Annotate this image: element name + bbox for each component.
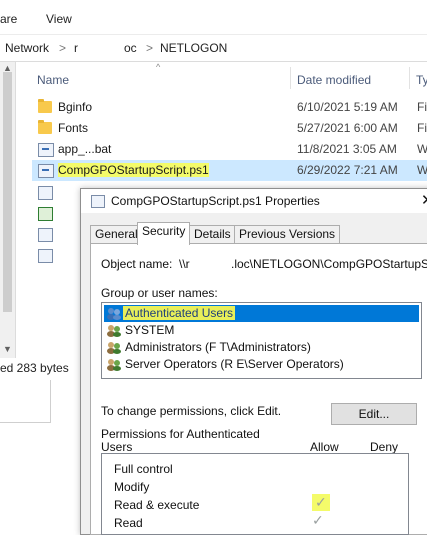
object-name-value: \\r xyxy=(179,257,190,271)
script-file-icon xyxy=(91,195,105,208)
file-name: Bginfo xyxy=(58,100,93,114)
user-name: Server Operators (R E\Server Operators) xyxy=(125,357,344,371)
scroll-down-icon[interactable]: ▼ xyxy=(3,344,12,354)
file-name: Fonts xyxy=(58,121,89,135)
properties-dialog: CompGPOStartupScript.ps1 Properties ✕ Ge… xyxy=(80,188,427,535)
close-icon[interactable]: ✕ xyxy=(421,191,427,209)
change-permissions-text: To change permissions, click Edit. xyxy=(101,404,282,418)
breadcrumb-server[interactable]: r xyxy=(74,41,78,55)
breadcrumb-network[interactable]: Network xyxy=(5,41,49,55)
users-group-icon xyxy=(107,358,121,371)
column-divider[interactable] xyxy=(290,67,291,89)
file-date: 6/10/2021 5:19 AM xyxy=(297,100,398,114)
object-name-value: .loc\NETLOGON\CompGPOStartupScri xyxy=(231,257,427,271)
deny-column-header: Deny xyxy=(370,440,399,454)
sort-ascending-icon: ^ xyxy=(156,62,161,72)
user-list[interactable]: Authenticated Users SYSTEM Administrator… xyxy=(101,302,422,379)
file-icon[interactable] xyxy=(38,228,53,242)
allow-check-icon: ✓ xyxy=(312,494,330,511)
breadcrumb-netlogon[interactable]: NETLOGON xyxy=(160,41,227,55)
user-item-system[interactable]: SYSTEM xyxy=(104,322,419,339)
users-group-icon xyxy=(107,341,121,354)
tab-general[interactable]: General xyxy=(90,225,143,244)
script-file-icon[interactable] xyxy=(38,207,53,221)
script-file-icon xyxy=(38,164,54,178)
permission-full-control: Full control xyxy=(114,462,173,476)
tab-previous-versions[interactable]: Previous Versions xyxy=(234,225,341,244)
file-type: W xyxy=(417,142,427,156)
breadcrumb-separator: > xyxy=(59,41,67,55)
file-icon[interactable] xyxy=(38,249,53,263)
breadcrumb-domain[interactable]: oc xyxy=(124,41,137,55)
dialog-title: CompGPOStartupScript.ps1 Properties xyxy=(111,194,320,208)
object-name-label: Object name: xyxy=(101,257,173,271)
nav-pane-scrollbar[interactable]: ▲ ▼ xyxy=(0,62,16,358)
allow-column-header: Allow xyxy=(310,440,339,454)
user-item-administrators[interactable]: Administrators (F T\Administrators) xyxy=(104,339,419,356)
address-bar[interactable]: Network > r oc > NETLOGON xyxy=(0,35,427,62)
file-type: Fi xyxy=(417,100,427,114)
status-bar-text: ed 283 bytes xyxy=(0,361,69,375)
file-type: W xyxy=(417,163,427,177)
file-date: 11/8/2021 3:05 AM xyxy=(297,142,397,156)
script-file-icon xyxy=(38,143,54,157)
scroll-thumb[interactable] xyxy=(3,72,12,312)
allow-check-icon: ✓ xyxy=(312,512,324,528)
column-divider[interactable] xyxy=(409,67,410,89)
file-icon[interactable] xyxy=(38,186,53,200)
file-name: CompGPOStartupScript.ps1 xyxy=(58,163,209,177)
folder-icon xyxy=(38,99,52,113)
user-name: SYSTEM xyxy=(125,323,175,337)
ribbon: are View xyxy=(0,0,427,35)
file-type: Fi xyxy=(417,121,427,135)
permissions-list[interactable]: Full control Modify Read & execute Read … xyxy=(101,453,409,535)
tab-security[interactable]: Security xyxy=(137,222,191,245)
permission-modify: Modify xyxy=(114,480,150,494)
ribbon-tab-share[interactable]: are xyxy=(0,12,17,26)
file-row-selected[interactable]: CompGPOStartupScript.ps1 6/29/2022 7:21 … xyxy=(32,160,427,181)
folder-icon xyxy=(38,120,52,134)
tab-details[interactable]: Details xyxy=(189,225,236,244)
user-name: Administrators (F T\Administrators) xyxy=(125,340,311,354)
users-group-icon xyxy=(107,307,121,320)
user-item-server-operators[interactable]: Server Operators (R E\Server Operators) xyxy=(104,356,419,373)
ribbon-tab-view[interactable]: View xyxy=(46,12,72,26)
permission-read-execute: Read & execute xyxy=(114,498,200,512)
user-name: Authenticated Users xyxy=(123,306,236,320)
dialog-title-bar[interactable]: CompGPOStartupScript.ps1 Properties ✕ xyxy=(81,189,427,213)
edit-button[interactable]: Edit... xyxy=(331,403,417,425)
file-row[interactable]: Fonts 5/27/2021 6:00 AM Fi xyxy=(32,118,427,139)
user-item-authenticated-users[interactable]: Authenticated Users xyxy=(104,305,419,322)
permissions-for-label-2: Users xyxy=(101,440,133,454)
breadcrumb-separator: > xyxy=(146,41,154,55)
permission-read: Read xyxy=(114,516,143,530)
permissions-for-label: Permissions for Authenticated xyxy=(101,427,260,441)
file-name: app_...bat xyxy=(58,142,112,156)
file-date: 5/27/2021 6:00 AM xyxy=(297,121,398,135)
file-row[interactable]: Bginfo 6/10/2021 5:19 AM Fi xyxy=(32,97,427,118)
group-label: Group or user names: xyxy=(101,286,218,300)
file-row[interactable]: app_...bat 11/8/2021 3:05 AM W xyxy=(32,139,427,160)
details-pane xyxy=(0,380,51,423)
users-group-icon xyxy=(107,324,121,337)
file-date: 6/29/2022 7:21 AM xyxy=(297,163,398,177)
